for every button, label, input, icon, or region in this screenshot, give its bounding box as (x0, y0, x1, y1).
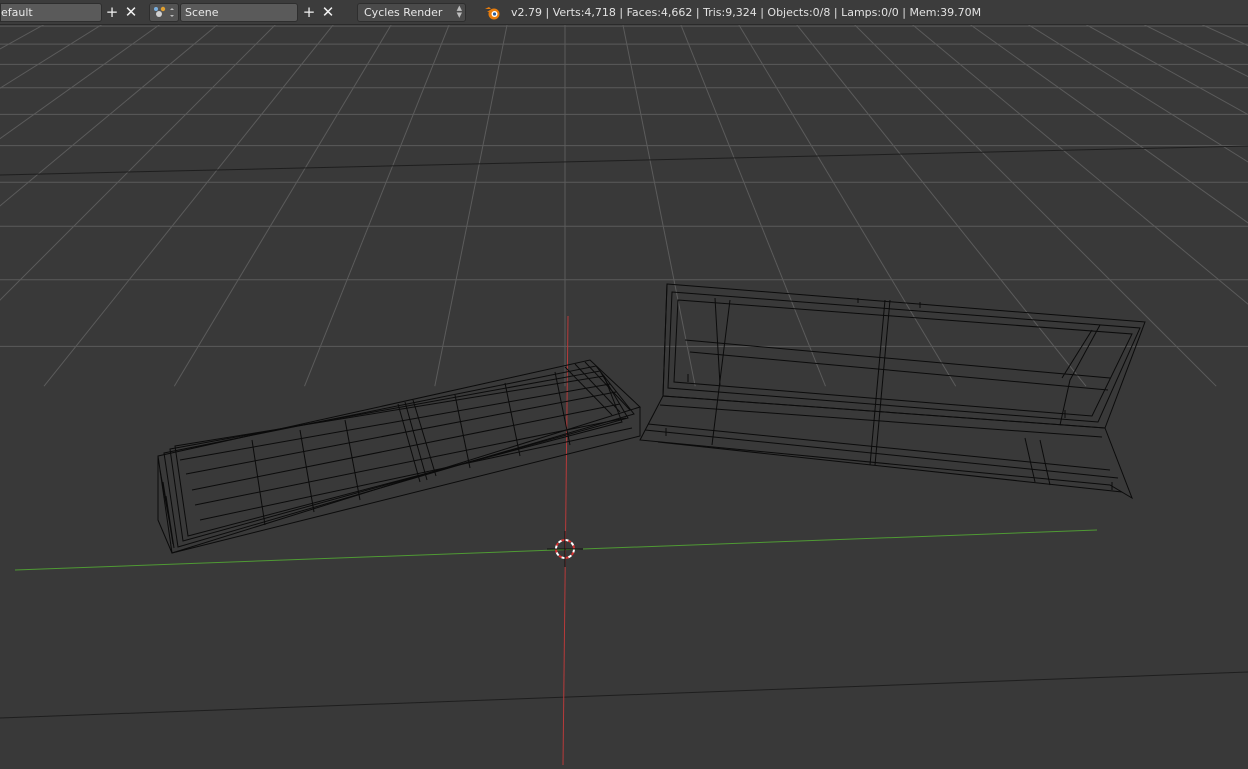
grid-line (1224, 9, 1248, 21)
remove-scene-button[interactable]: ✕ (319, 3, 337, 22)
grid-line (839, 9, 1217, 387)
grid-line (1169, 9, 1248, 47)
grid-line (674, 9, 826, 387)
grid-line (1004, 9, 1248, 163)
open-box-wireframe[interactable] (639, 283, 1146, 500)
grid-line (0, 9, 71, 50)
grid-line (0, 9, 16, 19)
grid-line (0, 9, 181, 140)
add-screen-button[interactable]: + (103, 3, 121, 22)
info-header: efault + ✕ Scene + ✕ Cycles Render ▲ ▼ v2… (0, 0, 1248, 25)
grid-line (784, 9, 1087, 387)
3d-cursor-icon[interactable] (547, 531, 583, 567)
grid-line (729, 9, 957, 387)
screen-layout-field[interactable]: efault (0, 3, 102, 22)
grid-line (894, 9, 1248, 305)
add-scene-button[interactable]: + (300, 3, 318, 22)
grid-line (0, 9, 236, 207)
floor-grid (0, 9, 1248, 387)
box-lid-wireframe[interactable] (157, 359, 641, 554)
scene-type-icon[interactable] (149, 3, 179, 22)
render-engine-label: Cycles Render (364, 6, 443, 19)
grid-line (619, 10, 696, 387)
grid-line (173, 9, 401, 387)
scene-field[interactable]: Scene (180, 3, 298, 22)
3d-viewport[interactable] (0, 9, 1248, 766)
grid-line (0, 9, 291, 301)
viewport-canvas[interactable] (0, 9, 1248, 766)
grid-line (304, 9, 456, 387)
horizon-lines (0, 145, 1248, 719)
remove-screen-button[interactable]: ✕ (122, 3, 140, 22)
grid-line (1059, 9, 1248, 116)
updown-arrows-icon: ▲ ▼ (456, 4, 462, 19)
grid-line (434, 10, 511, 387)
render-engine-select[interactable]: Cycles Render ▲ ▼ (357, 3, 466, 22)
blender-logo-icon (484, 4, 502, 21)
scene-statistics: v2.79 | Verts:4,718 | Faces:4,662 | Tris… (511, 6, 982, 19)
grid-line (43, 9, 346, 387)
grid-line (1114, 9, 1248, 78)
grid-line (0, 9, 126, 89)
